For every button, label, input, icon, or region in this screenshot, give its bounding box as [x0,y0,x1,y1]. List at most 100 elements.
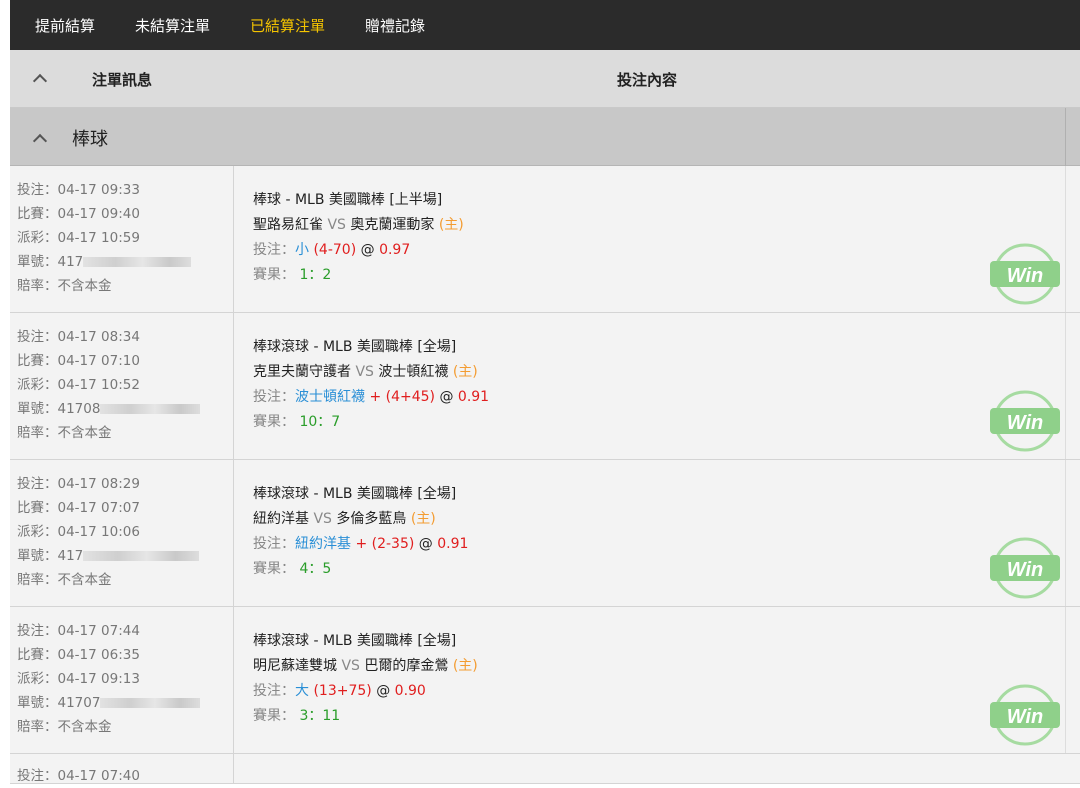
divider [1065,313,1066,459]
bet-info: 投注：04-17 07:40 [10,754,234,784]
home-marker: (主) [452,364,478,380]
match-time-label: 比賽： [17,647,58,663]
at-sign: @ [418,536,433,552]
win-badge-icon: Win [988,242,1062,306]
home-marker: (主) [452,658,478,674]
odds-type-label: 賠率： [17,425,58,441]
odds-type-value: 不含本金 [57,572,112,588]
league: 棒球滾球 - MLB 美國職棒 [全場] [253,339,457,355]
result-score: 4：5 [299,561,332,577]
bet-row: 投注：04-17 08:29 比賽：04-17 07:07 派彩：04-17 1… [10,460,1080,607]
bet-time: 04-17 09:33 [57,182,140,198]
bet-label: 投注： [253,683,295,699]
result-label: 賽果： [253,708,295,724]
bet-content: 棒球滾球 - MLB 美國職棒 [全場] 明尼蘇達雙城 VS 巴爾的摩金鶯 (主… [253,629,478,729]
bet-odds: 0.91 [437,536,469,552]
divider [1065,607,1066,753]
ticket-number: 41708 [57,401,101,417]
result-label: 賽果： [253,267,295,283]
bet-pick: 紐約洋基 [295,536,351,552]
win-badge-text: Win [1007,265,1043,287]
column-header: 注單訊息 投注內容 [10,50,1080,108]
payout-time-label: 派彩： [17,671,58,687]
tab-gift-records[interactable]: 贈禮記錄 [365,15,425,36]
vs-label: VS [341,658,360,674]
win-badge-text: Win [1007,559,1043,581]
home-marker: (主) [410,511,436,527]
result-score: 10：7 [299,414,341,430]
bet-odds: 0.97 [379,242,411,258]
bet-handicap: (4-70) [313,242,357,258]
match-time-label: 比賽： [17,206,58,222]
vs-label: VS [355,364,374,380]
payout-time: 04-17 10:06 [57,524,140,540]
bet-time: 04-17 08:34 [57,329,140,345]
win-badge-icon: Win [988,536,1062,600]
bet-content: 棒球 - MLB 美國職棒 [上半場] 聖路易紅雀 VS 奧克蘭運動家 (主) … [253,188,464,288]
team-a: 聖路易紅雀 [253,217,323,233]
team-b: 波士頓紅襪 [378,364,449,380]
tab-unsettled[interactable]: 未結算注單 [135,15,210,36]
ticket-label: 單號： [17,401,58,417]
win-badge-icon: Win [988,683,1062,747]
ticket-number: 417 [57,254,84,270]
payout-time-label: 派彩： [17,377,58,393]
match-time-label: 比賽： [17,353,58,369]
odds-type-value: 不含本金 [57,425,112,441]
result-line: 賽果： 1：2 [253,263,464,288]
chevron-up-icon[interactable] [32,133,48,149]
bet-time-label: 投注： [17,476,58,492]
bet-time: 04-17 08:29 [57,476,140,492]
bet-time-label: 投注： [17,623,58,639]
result-line: 賽果： 3：11 [253,704,478,729]
win-badge-text: Win [1007,412,1043,434]
team-b: 奧克蘭運動家 [350,217,435,233]
bet-line: 投注：波士頓紅襪 + (4+45) @ 0.91 [253,385,489,410]
column-bet-info: 注單訊息 [92,71,153,89]
bet-row: 投注：04-17 07:40 [10,754,1080,784]
chevron-up-icon[interactable] [32,73,48,89]
result-label: 賽果： [253,414,295,430]
vs-label: VS [313,511,332,527]
bet-handicap: + (2-35) [355,536,415,552]
bet-pick: 波士頓紅襪 [295,389,365,405]
bet-info: 投注：04-17 08:29 比賽：04-17 07:07 派彩：04-17 1… [10,460,234,606]
at-sign: @ [360,242,375,258]
match-time: 04-17 06:35 [57,647,140,663]
match-time: 04-17 07:07 [57,500,140,516]
result-score: 3：11 [299,708,341,724]
match-time-label: 比賽： [17,500,58,516]
bet-row: 投注：04-17 07:44 比賽：04-17 06:35 派彩：04-17 0… [10,607,1080,754]
redacted-mask [100,404,201,414]
odds-type-value: 不含本金 [57,278,112,294]
team-a: 克里夫蘭守護者 [253,364,351,380]
vs-label: VS [327,217,346,233]
bet-time: 04-17 07:44 [57,623,140,639]
match-time: 04-17 09:40 [57,206,140,222]
payout-time-label: 派彩： [17,524,58,540]
bet-handicap: (13+75) [313,683,372,699]
tab-early-cashout[interactable]: 提前結算 [35,15,95,36]
bet-odds: 0.90 [394,683,426,699]
tab-settled[interactable]: 已結算注單 [250,15,325,36]
bet-time: 04-17 07:40 [57,768,140,784]
result-score: 1：2 [299,267,332,283]
team-a: 明尼蘇達雙城 [253,658,337,674]
matchup: 克里夫蘭守護者 VS 波士頓紅襪 (主) [253,360,489,385]
bet-info: 投注：04-17 07:44 比賽：04-17 06:35 派彩：04-17 0… [10,607,234,753]
win-badge-icon: Win [988,389,1062,453]
ticket-number: 417 [57,548,84,564]
team-a: 紐約洋基 [253,511,309,527]
bet-label: 投注： [253,536,295,552]
team-b: 巴爾的摩金鶯 [364,658,449,674]
sport-group-header[interactable]: 棒球 [10,108,1080,166]
at-sign: @ [376,683,391,699]
bet-line: 投注：大 (13+75) @ 0.90 [253,679,478,704]
matchup: 聖路易紅雀 VS 奧克蘭運動家 (主) [253,213,464,238]
at-sign: @ [439,389,454,405]
payout-time: 04-17 10:59 [57,230,140,246]
payout-time: 04-17 10:52 [57,377,140,393]
divider [1065,108,1066,166]
ticket-label: 單號： [17,548,58,564]
bet-line: 投注：小 (4-70) @ 0.97 [253,238,464,263]
